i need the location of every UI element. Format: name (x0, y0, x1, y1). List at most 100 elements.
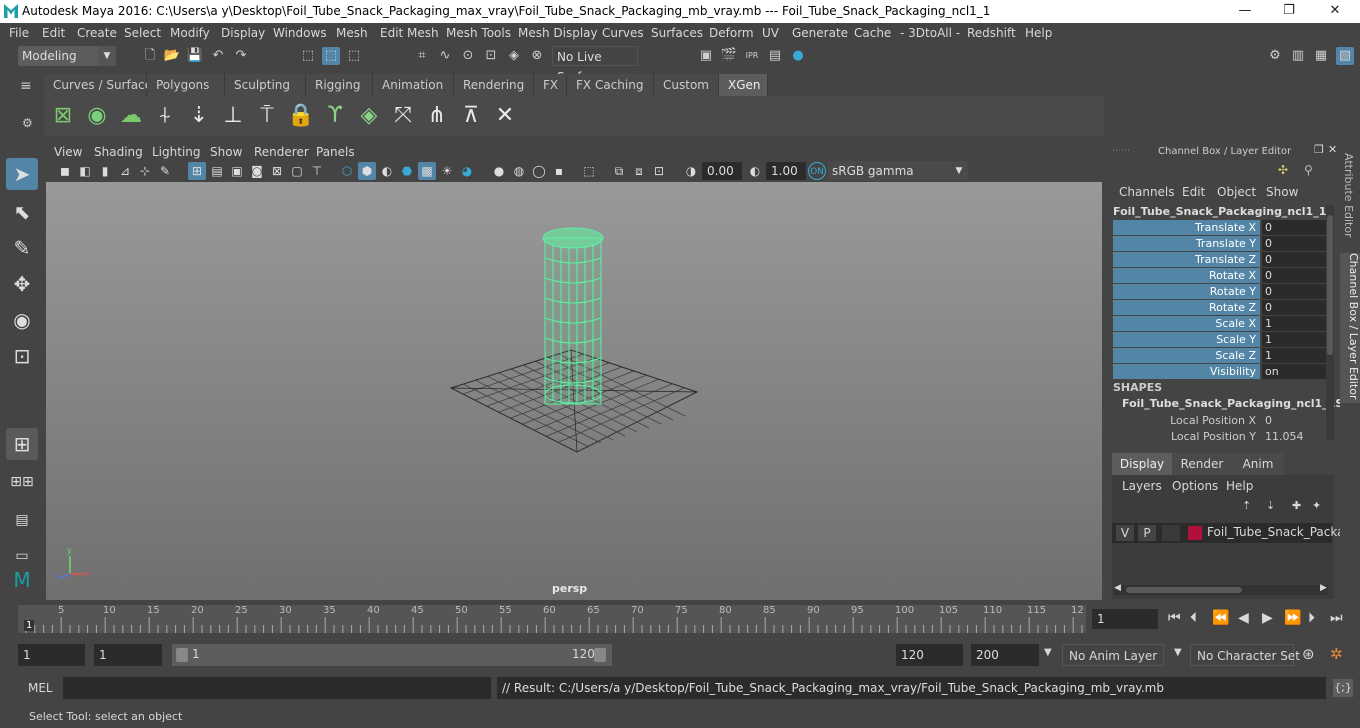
local-position-x-row[interactable]: Local Position X0 (1113, 413, 1326, 428)
maya-home-icon[interactable]: M (6, 564, 38, 596)
menu-deform[interactable]: Deform (709, 26, 754, 40)
camera-attributes-icon[interactable]: ◧ (76, 162, 94, 180)
viewport-menu-shading[interactable]: Shading (94, 145, 143, 159)
xgen-show-guides-icon[interactable]: ⍑ (252, 100, 282, 132)
tab-rendering[interactable]: Rendering (454, 74, 534, 96)
viewport-menu-lighting[interactable]: Lighting (152, 145, 201, 159)
tab-animation[interactable]: Animation (373, 74, 454, 96)
select-hierarchy-icon[interactable]: ⬚ (299, 47, 317, 65)
menu-file[interactable]: File (9, 26, 29, 40)
command-input[interactable] (63, 677, 491, 699)
field-chart-icon[interactable]: ⊠ (268, 162, 286, 180)
xray-joints-icon[interactable]: ⧈ (630, 162, 648, 180)
perspective-viewport[interactable]: y x z persp (46, 182, 1102, 600)
film-gate-icon[interactable]: ▤ (208, 162, 226, 180)
tab-xgen[interactable]: XGen (719, 74, 768, 96)
channel-row-scale-z[interactable]: Scale Z1 (1113, 348, 1326, 363)
layer-tab-display[interactable]: Display (1112, 453, 1172, 475)
screen-space-ao-icon[interactable]: ● (490, 162, 508, 180)
move-layer-down-icon[interactable]: ⇣ (1266, 499, 1275, 512)
layer-hscrollbar[interactable]: ◀ ▶ (1114, 583, 1328, 595)
xgen-move-guides-icon[interactable]: ⤧ (388, 100, 418, 132)
motion-blur-icon[interactable]: ◍ (510, 162, 528, 180)
layer-playback-toggle[interactable]: P (1138, 525, 1156, 541)
viewport-menu-view[interactable]: View (54, 145, 82, 159)
textured-icon[interactable]: ▩ (418, 162, 436, 180)
snap-point-icon[interactable]: ⊙ (459, 47, 477, 65)
tab-sculpting[interactable]: Sculpting (225, 74, 306, 96)
2d-pan-zoom-icon[interactable]: ⊹ (136, 162, 154, 180)
help-menu[interactable]: Help (1226, 479, 1253, 493)
options-menu[interactable]: Options (1172, 479, 1218, 493)
menu-edit[interactable]: Edit (42, 26, 65, 40)
xgen-delete-guides-icon[interactable]: ✕ (490, 100, 520, 132)
xgen-guide-strands-icon[interactable]: ϒ (320, 100, 350, 132)
xgen-groom-icon[interactable]: ☁ (116, 100, 146, 132)
scroll-left-icon[interactable]: ◀ (1114, 583, 1121, 593)
xgen-preview-icon[interactable]: ◉ (82, 100, 112, 132)
current-frame-field[interactable]: 1 (1092, 609, 1158, 629)
layer-tab-render[interactable]: Render (1172, 453, 1232, 475)
character-set-dropdown[interactable]: No Character Set (1190, 644, 1300, 666)
menu-display[interactable]: Display (221, 26, 265, 40)
open-scene-icon[interactable]: 📂 (163, 47, 181, 65)
menu-mesh-tools[interactable]: Mesh Tools (446, 26, 511, 40)
channel-box-scrollbar[interactable] (1326, 205, 1334, 440)
undo-icon[interactable]: ↶ (209, 47, 227, 65)
outliner-layout-icon[interactable]: ▤ (6, 504, 38, 536)
image-plane-icon[interactable]: ⊿ (116, 162, 134, 180)
auto-key-icon[interactable]: ⊛ (1302, 645, 1315, 663)
four-pane-layout-icon[interactable]: ⊞⊞ (6, 466, 38, 498)
show-attribute-editor-icon[interactable]: ▥ (1289, 47, 1307, 65)
viewport-menu-renderer[interactable]: Renderer (254, 145, 309, 159)
lasso-tool-icon[interactable]: ⬉ (6, 196, 38, 228)
default-material-icon[interactable]: ⬣ (398, 162, 416, 180)
exposure-icon[interactable]: ◑ (682, 162, 700, 180)
safe-action-icon[interactable]: ▢ (288, 162, 306, 180)
live-surface-icon[interactable]: ⊗ (528, 47, 546, 65)
viewport-menu-show[interactable]: Show (210, 145, 242, 159)
camera-select-icon[interactable]: ◼ (56, 162, 74, 180)
single-pane-layout-icon[interactable]: ⊞ (6, 428, 38, 460)
gate-mask-icon[interactable]: ◙ (248, 162, 266, 180)
step-back-frame-icon[interactable]: ⏴ (1190, 610, 1197, 626)
tab-curves-surfaces[interactable]: Curves / Surfaces (44, 74, 158, 96)
layer-tab-anim[interactable]: Anim (1232, 453, 1284, 475)
anti-aliasing-icon[interactable]: ◯ (530, 162, 548, 180)
channel-row-visibility[interactable]: Visibility on (1113, 364, 1326, 379)
select-object-icon[interactable]: ⬚ (322, 47, 340, 65)
script-language-toggle[interactable]: MEL (28, 681, 53, 695)
tab-custom[interactable]: Custom (654, 74, 719, 96)
bookmark-icon[interactable]: ▮ (96, 162, 114, 180)
play-forwards-icon[interactable]: ▶ (1262, 610, 1273, 626)
xray-icon[interactable]: ⧉ (610, 162, 628, 180)
redo-icon[interactable]: ↷ (232, 47, 250, 65)
channel-row-rotate-y[interactable]: Rotate Y0 (1113, 284, 1326, 299)
tab-fx[interactable]: FX (534, 74, 567, 96)
smooth-shade-icon[interactable]: ⬢ (358, 162, 376, 180)
layer-type-toggle[interactable] (1162, 525, 1180, 541)
edit-menu[interactable]: Edit (1182, 185, 1205, 199)
menu-mesh[interactable]: Mesh (336, 26, 368, 40)
grease-pencil-icon[interactable]: ✎ (156, 162, 174, 180)
menu-redshift[interactable]: Redshift (967, 26, 1016, 40)
xgen-editor-icon[interactable]: ⊠ (48, 100, 78, 132)
paint-select-tool-icon[interactable]: ✎ (6, 232, 38, 264)
range-slider[interactable]: 1 120 (172, 644, 612, 666)
tab-polygons[interactable]: Polygons (147, 74, 225, 96)
shadows-icon[interactable]: ◕ (458, 162, 476, 180)
animation-start-field[interactable]: 1 (18, 644, 85, 666)
menu-3dtoall[interactable]: - 3DtoAll - (900, 26, 960, 40)
step-forward-frame-icon[interactable]: ⏵ (1308, 610, 1315, 626)
menu-help[interactable]: Help (1025, 26, 1052, 40)
snap-view-icon[interactable]: ⊡ (482, 47, 500, 65)
color-management-icon[interactable]: ON (808, 162, 826, 180)
layer-row[interactable]: V P Foil_Tube_Snack_Packag (1112, 523, 1352, 543)
close-button[interactable]: ✕ (1312, 0, 1358, 23)
playback-end-field[interactable]: 120 (896, 644, 963, 666)
menu-select[interactable]: Select (124, 26, 161, 40)
maximize-button[interactable]: ❐ (1266, 0, 1312, 23)
float-panel-icon[interactable]: ❐ (1314, 143, 1324, 156)
show-tool-settings-icon[interactable]: ▦ (1312, 47, 1330, 65)
render-settings-icon[interactable]: ▤ (766, 47, 784, 65)
